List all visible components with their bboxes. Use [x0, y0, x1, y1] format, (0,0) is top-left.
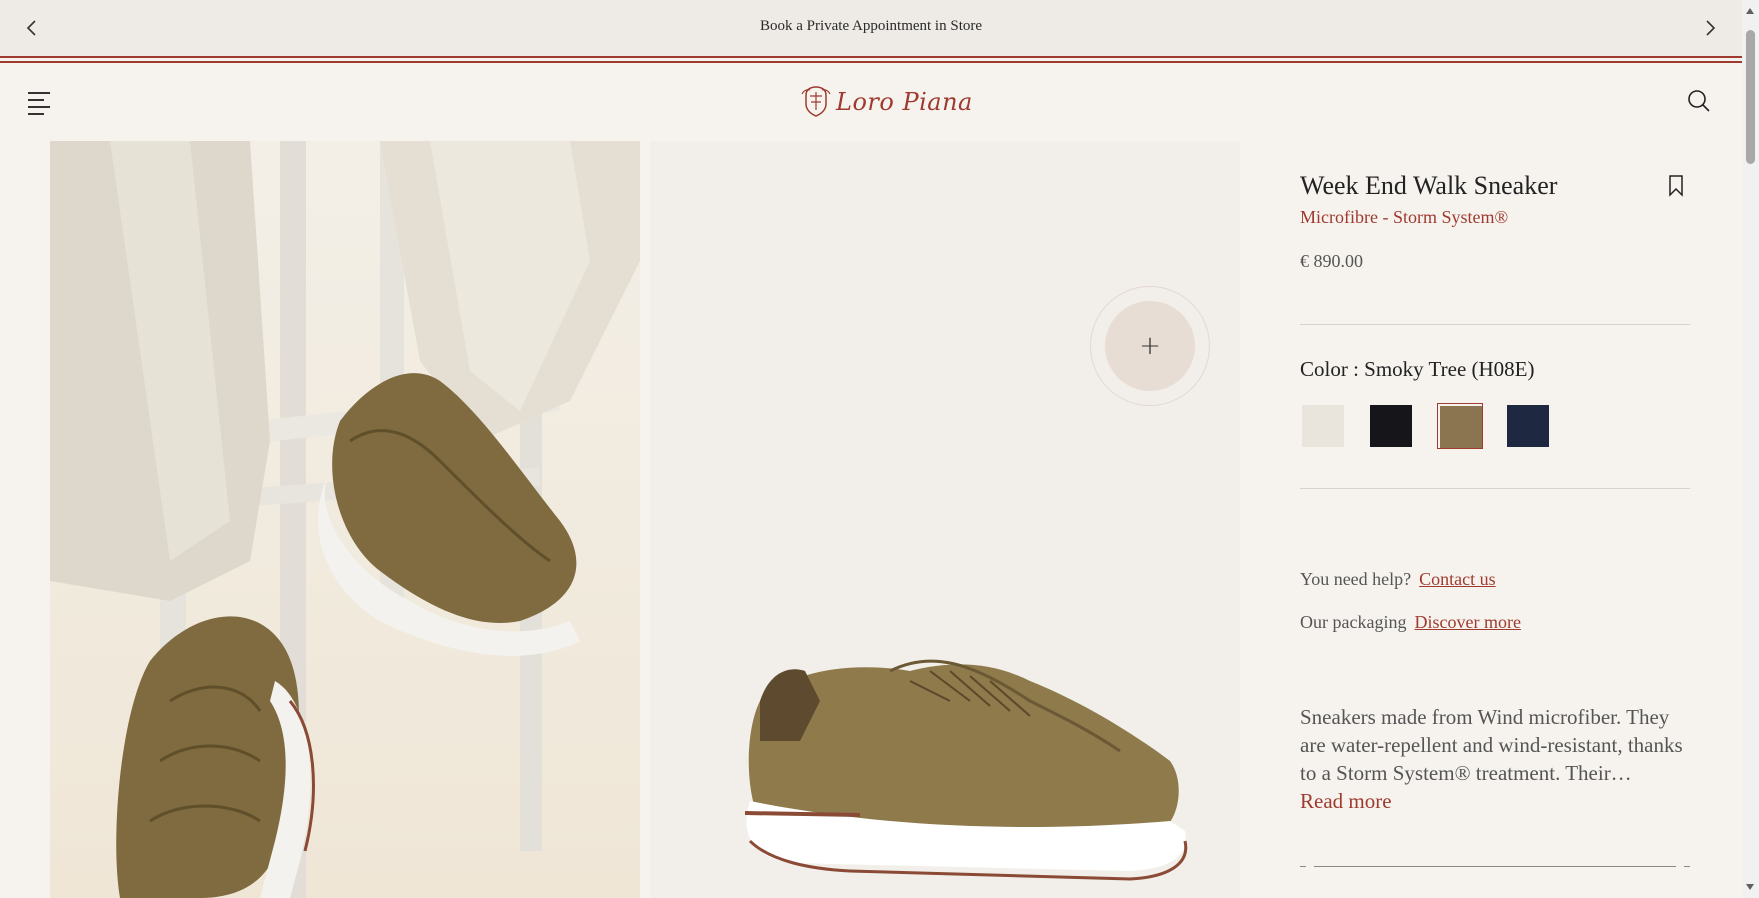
product-gallery: + — [50, 141, 1240, 898]
product-info-panel: Week End Walk Sneaker Microfibre - Storm… — [1300, 141, 1692, 898]
divider — [1300, 488, 1690, 489]
hamburger-menu-icon[interactable] — [28, 90, 54, 115]
discover-more-link[interactable]: Discover more — [1414, 612, 1520, 632]
color-swatch-smoky-tree[interactable] — [1437, 403, 1483, 449]
scroll-down-icon[interactable] — [1746, 884, 1754, 890]
site-header: Loro Piana — [0, 66, 1742, 140]
crest-icon — [801, 86, 831, 117]
divider — [1300, 324, 1690, 325]
divider — [1300, 866, 1690, 867]
logo-text: Loro Piana — [836, 88, 973, 116]
product-image-side[interactable]: + — [650, 141, 1240, 898]
help-text: You need help? — [1300, 569, 1412, 589]
product-price: € 890.00 — [1300, 251, 1363, 271]
product-description: Sneakers made from Wind microfiber. They… — [1300, 705, 1683, 785]
announcement-bar: Book a Private Appointment in Store — [0, 0, 1742, 56]
announcement-text[interactable]: Book a Private Appointment in Store — [0, 18, 1742, 35]
brand-logo[interactable]: Loro Piana — [800, 82, 972, 122]
decorative-stripes — [0, 56, 1742, 66]
color-swatch-navy[interactable] — [1505, 403, 1551, 449]
help-row: You need help? Contact us — [1300, 569, 1496, 590]
scroll-up-icon[interactable] — [1746, 8, 1754, 14]
contact-us-link[interactable]: Contact us — [1419, 569, 1496, 589]
product-image-worn[interactable] — [50, 141, 640, 898]
scrollbar-thumb[interactable] — [1746, 30, 1755, 164]
search-icon[interactable] — [1686, 88, 1712, 114]
product-title: Week End Walk Sneaker — [1300, 171, 1558, 200]
page-scrollbar[interactable] — [1742, 0, 1759, 898]
packaging-row: Our packaging Discover more — [1300, 612, 1521, 633]
bookmark-icon[interactable] — [1668, 175, 1684, 197]
color-swatch-black[interactable] — [1368, 403, 1414, 449]
color-label: Color : Smoky Tree (H08E) — [1300, 357, 1535, 381]
plus-icon: + — [1139, 331, 1161, 361]
product-material: Microfibre - Storm System® — [1300, 207, 1509, 227]
packaging-text: Our packaging — [1300, 612, 1407, 632]
color-swatch-ivory[interactable] — [1300, 403, 1346, 449]
zoom-button[interactable]: + — [1090, 286, 1210, 406]
read-more-link[interactable]: Read more — [1300, 789, 1392, 814]
chevron-right-icon[interactable] — [1700, 18, 1720, 38]
